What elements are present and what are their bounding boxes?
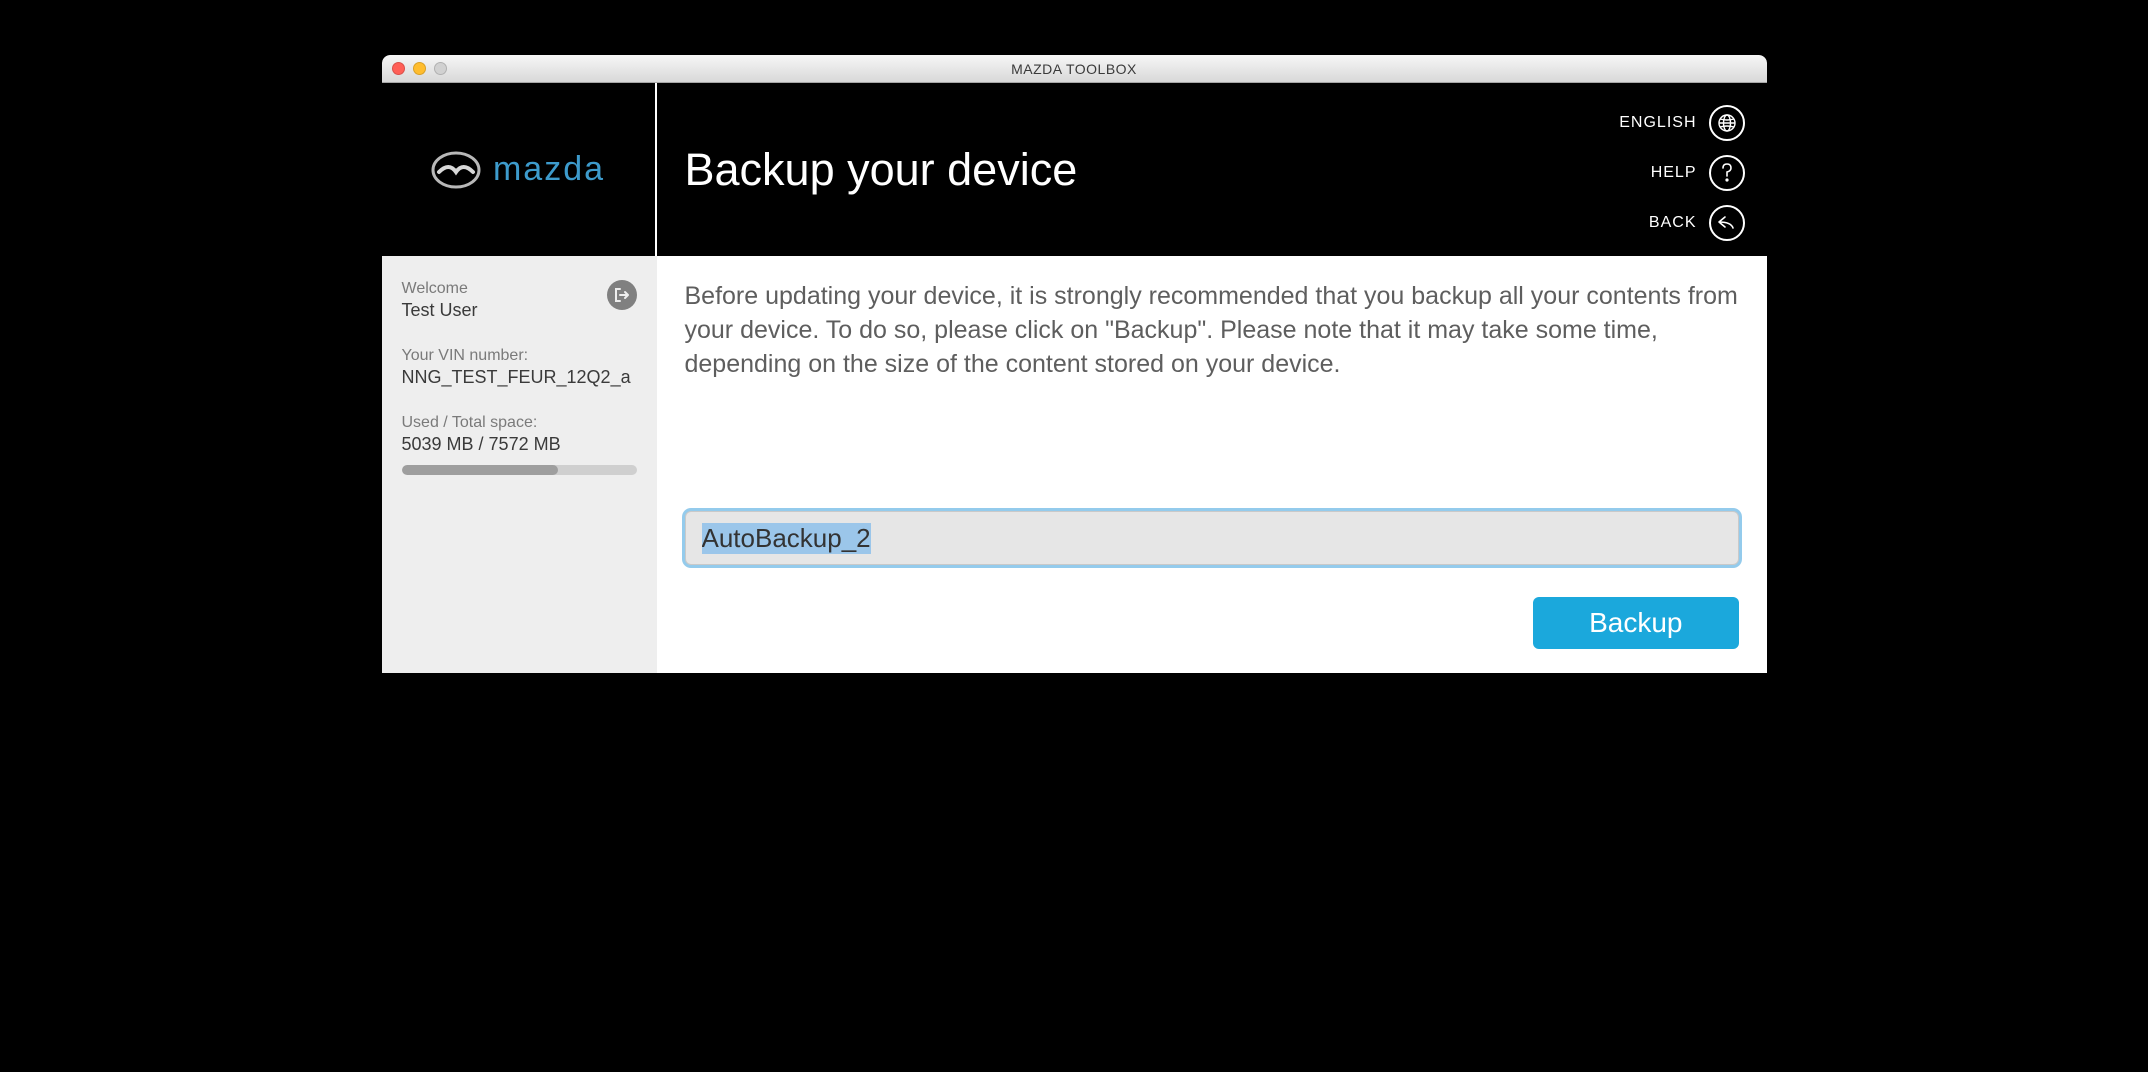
backup-button[interactable]: Backup [1533, 597, 1738, 649]
username: Test User [402, 300, 637, 321]
mazda-logo: mazda [431, 150, 605, 190]
back-arrow-icon [1709, 205, 1745, 241]
window-controls [392, 62, 447, 75]
help-button[interactable]: HELP [1651, 155, 1745, 191]
sidebar: Welcome Test User Your VIN number: NNG_T… [382, 256, 657, 673]
globe-icon [1709, 105, 1745, 141]
storage-bar-fill [402, 465, 558, 475]
vin-value: NNG_TEST_FEUR_12Q2_a [402, 367, 637, 388]
logo-area: mazda [382, 83, 657, 256]
body: Welcome Test User Your VIN number: NNG_T… [382, 256, 1767, 673]
minimize-icon[interactable] [413, 62, 426, 75]
backup-name-input[interactable] [685, 511, 1739, 565]
app-window: MAZDA TOOLBOX mazda Backup your device E… [382, 55, 1767, 673]
header-main: Backup your device [657, 83, 1767, 256]
content: Before updating your device, it is stron… [657, 256, 1767, 673]
back-button[interactable]: BACK [1649, 205, 1745, 241]
logo-text: mazda [493, 150, 605, 189]
storage-bar [402, 465, 637, 475]
instructions-text: Before updating your device, it is stron… [685, 280, 1739, 381]
zoom-icon[interactable] [434, 62, 447, 75]
app-header: mazda Backup your device ENGLISH [382, 83, 1767, 256]
language-button[interactable]: ENGLISH [1619, 105, 1744, 141]
page-title: Backup your device [685, 144, 1078, 196]
vin-label: Your VIN number: [402, 347, 637, 365]
welcome-label: Welcome [402, 280, 637, 298]
backup-form: Backup [685, 511, 1739, 649]
logout-icon [614, 287, 630, 303]
question-icon [1709, 155, 1745, 191]
language-label: ENGLISH [1619, 114, 1696, 132]
logout-button[interactable] [607, 280, 637, 310]
app-body: mazda Backup your device ENGLISH [382, 83, 1767, 673]
help-label: HELP [1651, 164, 1697, 182]
close-icon[interactable] [392, 62, 405, 75]
window-titlebar: MAZDA TOOLBOX [382, 55, 1767, 83]
button-row: Backup [685, 597, 1739, 649]
mazda-wings-icon [431, 150, 481, 190]
header-actions: ENGLISH HELP [1619, 105, 1744, 241]
window-title: MAZDA TOOLBOX [382, 61, 1767, 77]
space-value: 5039 MB / 7572 MB [402, 434, 637, 455]
back-label: BACK [1649, 214, 1697, 232]
space-label: Used / Total space: [402, 414, 637, 432]
